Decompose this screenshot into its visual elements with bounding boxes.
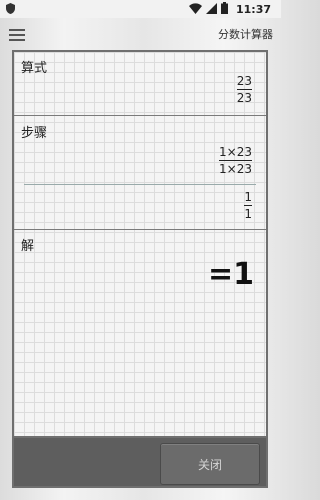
shield-icon bbox=[6, 3, 15, 17]
fraction-bar bbox=[219, 160, 252, 161]
close-button[interactable]: 关闭 bbox=[160, 443, 260, 485]
step-numerator: 1×23 bbox=[219, 145, 252, 159]
step-denominator: 1×23 bbox=[219, 162, 252, 176]
solution-result: =1 bbox=[207, 257, 254, 292]
app-bar: 分数计算器 bbox=[0, 18, 281, 50]
status-time: 11:37 bbox=[235, 3, 271, 16]
fraction-bar bbox=[236, 89, 252, 90]
battery-icon bbox=[220, 2, 228, 17]
step-fraction: 1×23 1×23 bbox=[219, 145, 252, 176]
step-denominator: 1 bbox=[244, 207, 252, 221]
expression-denominator: 23 bbox=[236, 91, 252, 105]
step-fraction: 1 1 bbox=[244, 190, 252, 221]
steps-label: 步骤 bbox=[21, 126, 48, 141]
hamburger-icon[interactable] bbox=[9, 27, 25, 41]
step-divider bbox=[24, 184, 256, 185]
step-numerator: 1 bbox=[244, 190, 252, 204]
solution-label: 解 bbox=[21, 239, 35, 254]
expression-numerator: 23 bbox=[236, 74, 252, 88]
section-divider bbox=[14, 229, 266, 230]
expression-label: 算式 bbox=[21, 61, 48, 76]
worksheet: 算式 23 23 步骤 1×23 1×23 1 1 解 =1 bbox=[12, 50, 268, 438]
status-bar: 11:37 bbox=[0, 0, 281, 18]
expression-fraction: 23 23 bbox=[236, 74, 252, 105]
wifi-icon bbox=[188, 2, 202, 17]
app-title: 分数计算器 bbox=[218, 28, 273, 41]
section-divider bbox=[14, 115, 266, 116]
bottom-bar: 关闭 bbox=[12, 438, 268, 488]
fraction-bar bbox=[244, 205, 252, 206]
signal-icon bbox=[205, 2, 217, 17]
